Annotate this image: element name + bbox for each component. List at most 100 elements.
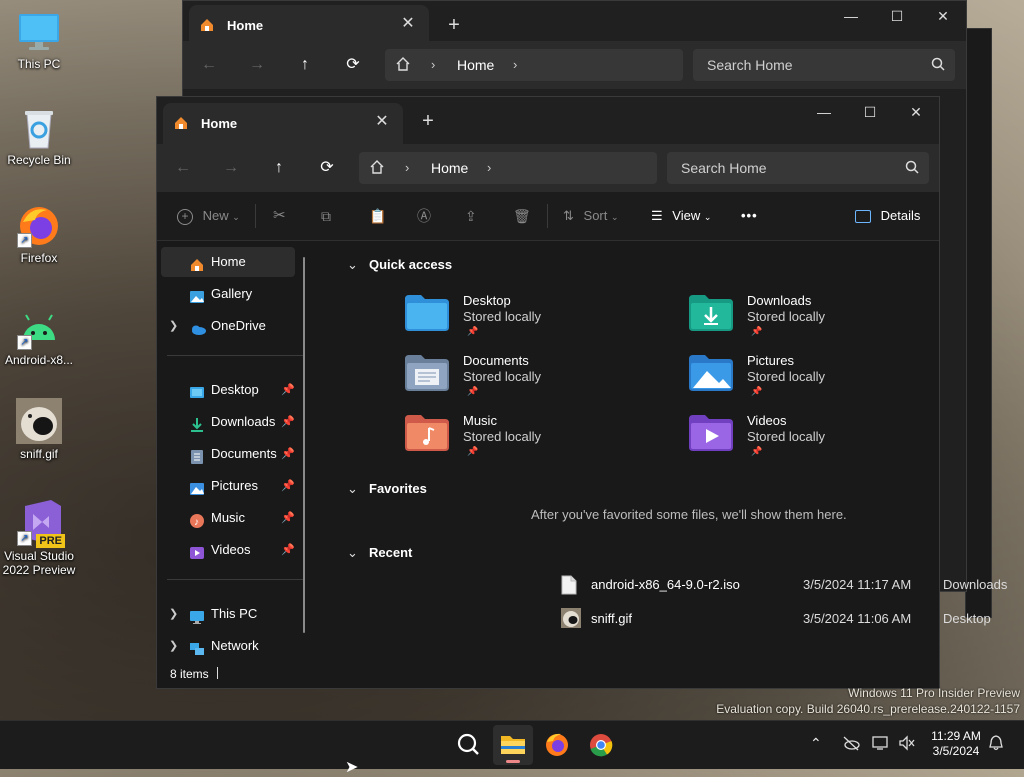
desktop-icon-recycle-bin[interactable]: Recycle Bin (0, 106, 78, 167)
up-button[interactable]: ↑ (291, 53, 319, 77)
view-button[interactable]: ☰ View ⌄ (651, 204, 711, 228)
recent-header[interactable]: ⌄ Recent (347, 545, 412, 561)
background-window-edge (965, 28, 992, 618)
sort-label: Sort (583, 208, 608, 223)
quick-access-downloads[interactable]: Downloads Stored locally 📌 (689, 293, 909, 349)
sidebar-item-downloads[interactable]: Downloads 📌 (161, 407, 295, 437)
taskbar-file-explorer[interactable] (493, 725, 533, 765)
search-box[interactable]: Search Home (667, 152, 929, 184)
delete-icon[interactable]: 🗑 (513, 204, 531, 228)
share-icon[interactable]: ⇪ (465, 204, 477, 228)
copy-icon[interactable]: ⧉ (321, 204, 331, 228)
close-window-button[interactable]: ✕ (920, 1, 966, 31)
sidebar-item-pictures[interactable]: Pictures 📌 (161, 471, 295, 501)
pin-icon[interactable]: 📌 (281, 503, 295, 533)
desktop-icon-android-iso[interactable]: ↗ Android-x8... (0, 306, 78, 367)
file-explorer-window[interactable]: Home ✕ + — ☐ ✕ ← → ↑ ⟳ › Home › Search H… (156, 96, 1007, 689)
refresh-button[interactable]: ⟳ (313, 156, 341, 180)
sidebar-item-desktop[interactable]: Desktop 📌 (161, 375, 295, 405)
status-bar: 8 items (157, 660, 939, 688)
taskbar-firefox[interactable] (537, 725, 577, 765)
quick-access-pictures[interactable]: Pictures Stored locally 📌 (689, 353, 909, 409)
desktop-icon-this-pc[interactable]: This PC (0, 10, 78, 71)
system-clock[interactable]: 11:29 AM 3/5/2024 (926, 729, 986, 759)
recent-row[interactable]: sniff.gif 3/5/2024 11:06 AM Desktop (561, 607, 1024, 631)
maximize-button[interactable]: ☐ (847, 97, 893, 127)
back-button[interactable]: ← (169, 156, 197, 180)
pin-icon[interactable]: 📌 (281, 471, 295, 501)
sort-button[interactable]: ⇅ Sort ⌄ (563, 204, 619, 228)
chevron-down-icon: ⌄ (703, 212, 712, 222)
sidebar-item-documents[interactable]: Documents 📌 (161, 439, 295, 469)
favorites-header[interactable]: ⌄ Favorites (347, 481, 427, 497)
chevron-down-icon: ⌄ (347, 481, 358, 496)
address-bar[interactable]: › Home › (385, 49, 683, 81)
refresh-button[interactable]: ⟳ (339, 53, 367, 77)
new-tab-button[interactable]: + (415, 108, 441, 134)
quick-access-music[interactable]: Music Stored locally 📌 (405, 413, 625, 469)
back-button[interactable]: ← (195, 53, 223, 77)
background-tab[interactable]: Home ✕ (189, 5, 429, 43)
up-button[interactable]: ↑ (265, 156, 293, 180)
sidebar-item-gallery[interactable]: Gallery (161, 279, 295, 309)
new-button[interactable]: + New ⌄ (177, 204, 240, 228)
sidebar-item-home[interactable]: Home (161, 247, 295, 277)
sidebar-item-videos[interactable]: Videos 📌 (161, 535, 295, 565)
recent-row[interactable]: android-x86_64-9.0-r2.iso 3/5/2024 11:17… (561, 573, 1024, 597)
sidebar-item-network[interactable]: ❯ Network (161, 631, 295, 661)
chevron-right-icon[interactable]: ❯ (169, 599, 178, 629)
home-icon (173, 115, 189, 134)
taskbar-chrome[interactable] (581, 725, 621, 765)
pin-icon[interactable]: 📌 (281, 375, 295, 405)
sidebar-item-onedrive[interactable]: ❯ OneDrive (161, 311, 295, 341)
quick-access-header[interactable]: ⌄ Quick access (347, 257, 452, 273)
minimize-button[interactable]: — (801, 97, 847, 127)
desktop-icon-sniff-gif[interactable]: sniff.gif (0, 398, 78, 461)
pin-icon[interactable]: 📌 (281, 535, 295, 565)
shortcut-arrow-icon: ↗ (17, 233, 32, 248)
rename-icon[interactable]: Ⓐ (417, 204, 431, 228)
tab-title: Home (201, 116, 238, 131)
search-box[interactable]: Search Home (693, 49, 955, 81)
close-tab-icon[interactable]: ✕ (371, 111, 393, 133)
volume-muted-icon[interactable] (898, 735, 916, 754)
recent-file-date: 3/5/2024 11:06 AM (803, 611, 912, 626)
maximize-button[interactable]: ☐ (874, 1, 920, 31)
close-tab-icon[interactable]: ✕ (397, 13, 419, 35)
shortcut-arrow-icon: ↗ (17, 531, 32, 546)
close-window-button[interactable]: ✕ (893, 97, 939, 127)
pin-icon[interactable]: 📌 (281, 407, 295, 437)
file-icon (561, 575, 579, 595)
sidebar-item-music[interactable]: ♪ Music 📌 (161, 503, 295, 533)
onedrive-offline-icon[interactable] (842, 735, 860, 754)
cut-icon[interactable]: ✂ (273, 204, 286, 228)
chevron-right-icon[interactable]: ❯ (169, 631, 178, 661)
quick-access-documents[interactable]: Documents Stored locally 📌 (405, 353, 625, 409)
more-options-button[interactable]: ••• (741, 204, 758, 228)
chevron-up-icon[interactable]: ⌃ (810, 735, 822, 752)
address-bar[interactable]: › Home › (359, 152, 657, 184)
sidebar-scrollbar[interactable] (303, 257, 305, 633)
desktop-icon-firefox[interactable]: ↗ Firefox (0, 204, 78, 265)
chevron-right-icon[interactable]: ❯ (169, 311, 178, 341)
paste-icon[interactable]: 📋 (369, 204, 386, 228)
quick-access-videos[interactable]: Videos Stored locally 📌 (689, 413, 909, 469)
minimize-button[interactable]: — (828, 1, 874, 31)
pin-icon[interactable]: 📌 (281, 439, 295, 469)
quick-access-desktop[interactable]: Desktop Stored locally 📌 (405, 293, 625, 349)
breadcrumb-home[interactable]: Home (457, 57, 494, 73)
desktop-icon-visual-studio[interactable]: ↗ PRE Visual Studio 2022 Preview (0, 498, 78, 577)
sidebar-item-this-pc[interactable]: ❯ This PC (161, 599, 295, 629)
network-status-icon[interactable] (872, 735, 890, 754)
forward-button[interactable]: → (243, 53, 271, 77)
new-tab-button[interactable]: + (441, 12, 467, 38)
forward-button[interactable]: → (217, 156, 245, 180)
sort-icon: ⇅ (563, 208, 574, 223)
pin-icon: 📌 (751, 446, 763, 456)
breadcrumb-home[interactable]: Home (431, 160, 468, 176)
search-button[interactable] (448, 725, 488, 765)
details-button[interactable]: Details (855, 204, 920, 228)
tab-home[interactable]: Home ✕ (163, 103, 403, 144)
home-icon (189, 254, 205, 271)
notification-bell-icon[interactable] (988, 735, 1004, 754)
